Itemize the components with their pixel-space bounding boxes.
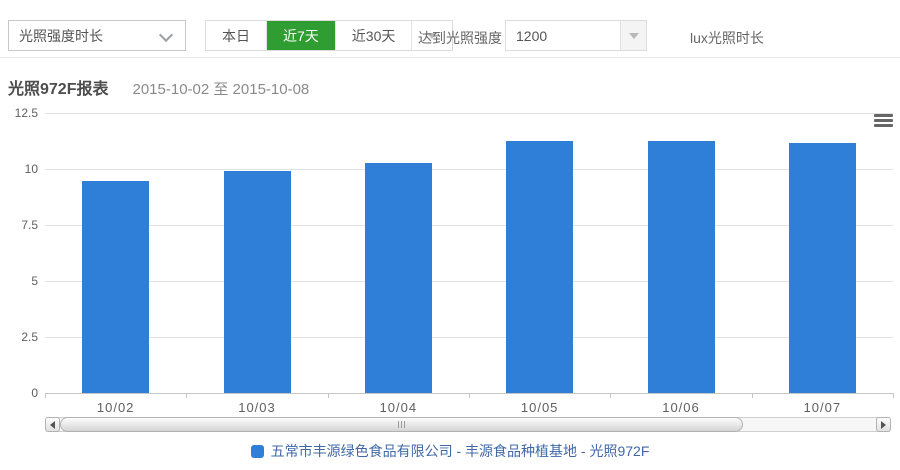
y-tick-label: 7.5 — [0, 217, 38, 233]
y-tick-label: 10 — [0, 161, 38, 177]
date-range-text: 2015-10-02 至 2015-10-08 — [132, 78, 309, 99]
toolbar-separator — [0, 57, 900, 58]
hamburger-bar — [874, 114, 893, 117]
y-tick-label: 12.5 — [0, 105, 38, 121]
x-tick — [328, 393, 329, 398]
arrow-left-icon — [50, 421, 55, 429]
legend-marker-icon — [251, 445, 264, 458]
legend-label: 五常市丰源绿色食品有限公司 - 丰源食品种植基地 - 光照972F — [271, 441, 650, 461]
hamburger-bar — [874, 124, 893, 127]
x-tick — [469, 393, 470, 398]
gridline — [45, 169, 893, 170]
bar-10-04[interactable] — [365, 163, 432, 393]
x-tick — [610, 393, 611, 398]
y-tick-label: 5 — [0, 273, 38, 289]
range-button-today[interactable]: 本日 — [206, 21, 267, 50]
scrollbar-right-button[interactable] — [876, 417, 891, 432]
x-axis-label: 10/04 — [348, 400, 448, 415]
bar-10-07[interactable] — [789, 143, 856, 393]
y-tick-label: 2.5 — [0, 329, 38, 345]
x-tick — [186, 393, 187, 398]
gridline — [45, 225, 893, 226]
arrow-right-icon — [881, 421, 886, 429]
chevron-down-icon — [159, 28, 173, 42]
bar-10-03[interactable] — [224, 171, 291, 393]
y-tick-label: 0 — [0, 385, 38, 401]
page-title: 光照972F报表 — [8, 75, 108, 99]
caret-down-icon — [629, 33, 639, 39]
metric-select[interactable]: 光照强度时长 — [8, 20, 186, 51]
threshold-combo — [505, 20, 647, 51]
range-button-30days[interactable]: 近30天 — [336, 21, 413, 50]
bar-10-05[interactable] — [506, 141, 573, 393]
gridline — [45, 337, 893, 338]
export-menu-icon[interactable] — [874, 114, 893, 128]
gridline — [45, 281, 893, 282]
threshold-label: 达到光照强度 — [418, 28, 502, 48]
legend: 五常市丰源绿色食品有限公司 - 丰源食品种植基地 - 光照972F — [0, 441, 900, 461]
x-axis-label: 10/03 — [207, 400, 307, 415]
metric-select-value: 光照强度时长 — [9, 26, 103, 46]
bar-10-06[interactable] — [648, 141, 715, 393]
chart-plot: 0 2.5 5 7.5 10 12.5 10/02 10/03 10/04 10/05 10/06 1… — [0, 105, 900, 415]
x-tick — [752, 393, 753, 398]
threshold-dropdown-button[interactable] — [620, 21, 646, 50]
x-tick — [893, 393, 894, 398]
threshold-input[interactable] — [506, 21, 620, 50]
title-row: 光照972F报表 2015-10-02 至 2015-10-08 — [8, 75, 309, 99]
date-range-button-group: 本日 近7天 近30天 — [205, 20, 453, 51]
hamburger-bar — [874, 119, 893, 122]
chart-scrollbar — [45, 417, 891, 432]
range-button-7days[interactable]: 近7天 — [267, 21, 336, 50]
x-axis-label: 10/05 — [490, 400, 590, 415]
x-tick — [45, 393, 46, 398]
scrollbar-left-button[interactable] — [45, 417, 60, 432]
bar-10-02[interactable] — [82, 181, 149, 393]
x-axis-label: 10/07 — [772, 400, 872, 415]
scrollbar-thumb[interactable] — [60, 417, 743, 432]
unit-label: lux光照时长 — [690, 28, 764, 48]
legend-item[interactable]: 五常市丰源绿色食品有限公司 - 丰源食品种植基地 - 光照972F — [251, 441, 650, 461]
scrollbar-grip-icon — [401, 421, 402, 428]
x-axis-label: 10/06 — [631, 400, 731, 415]
x-axis-label: 10/02 — [66, 400, 166, 415]
gridline — [45, 113, 893, 114]
